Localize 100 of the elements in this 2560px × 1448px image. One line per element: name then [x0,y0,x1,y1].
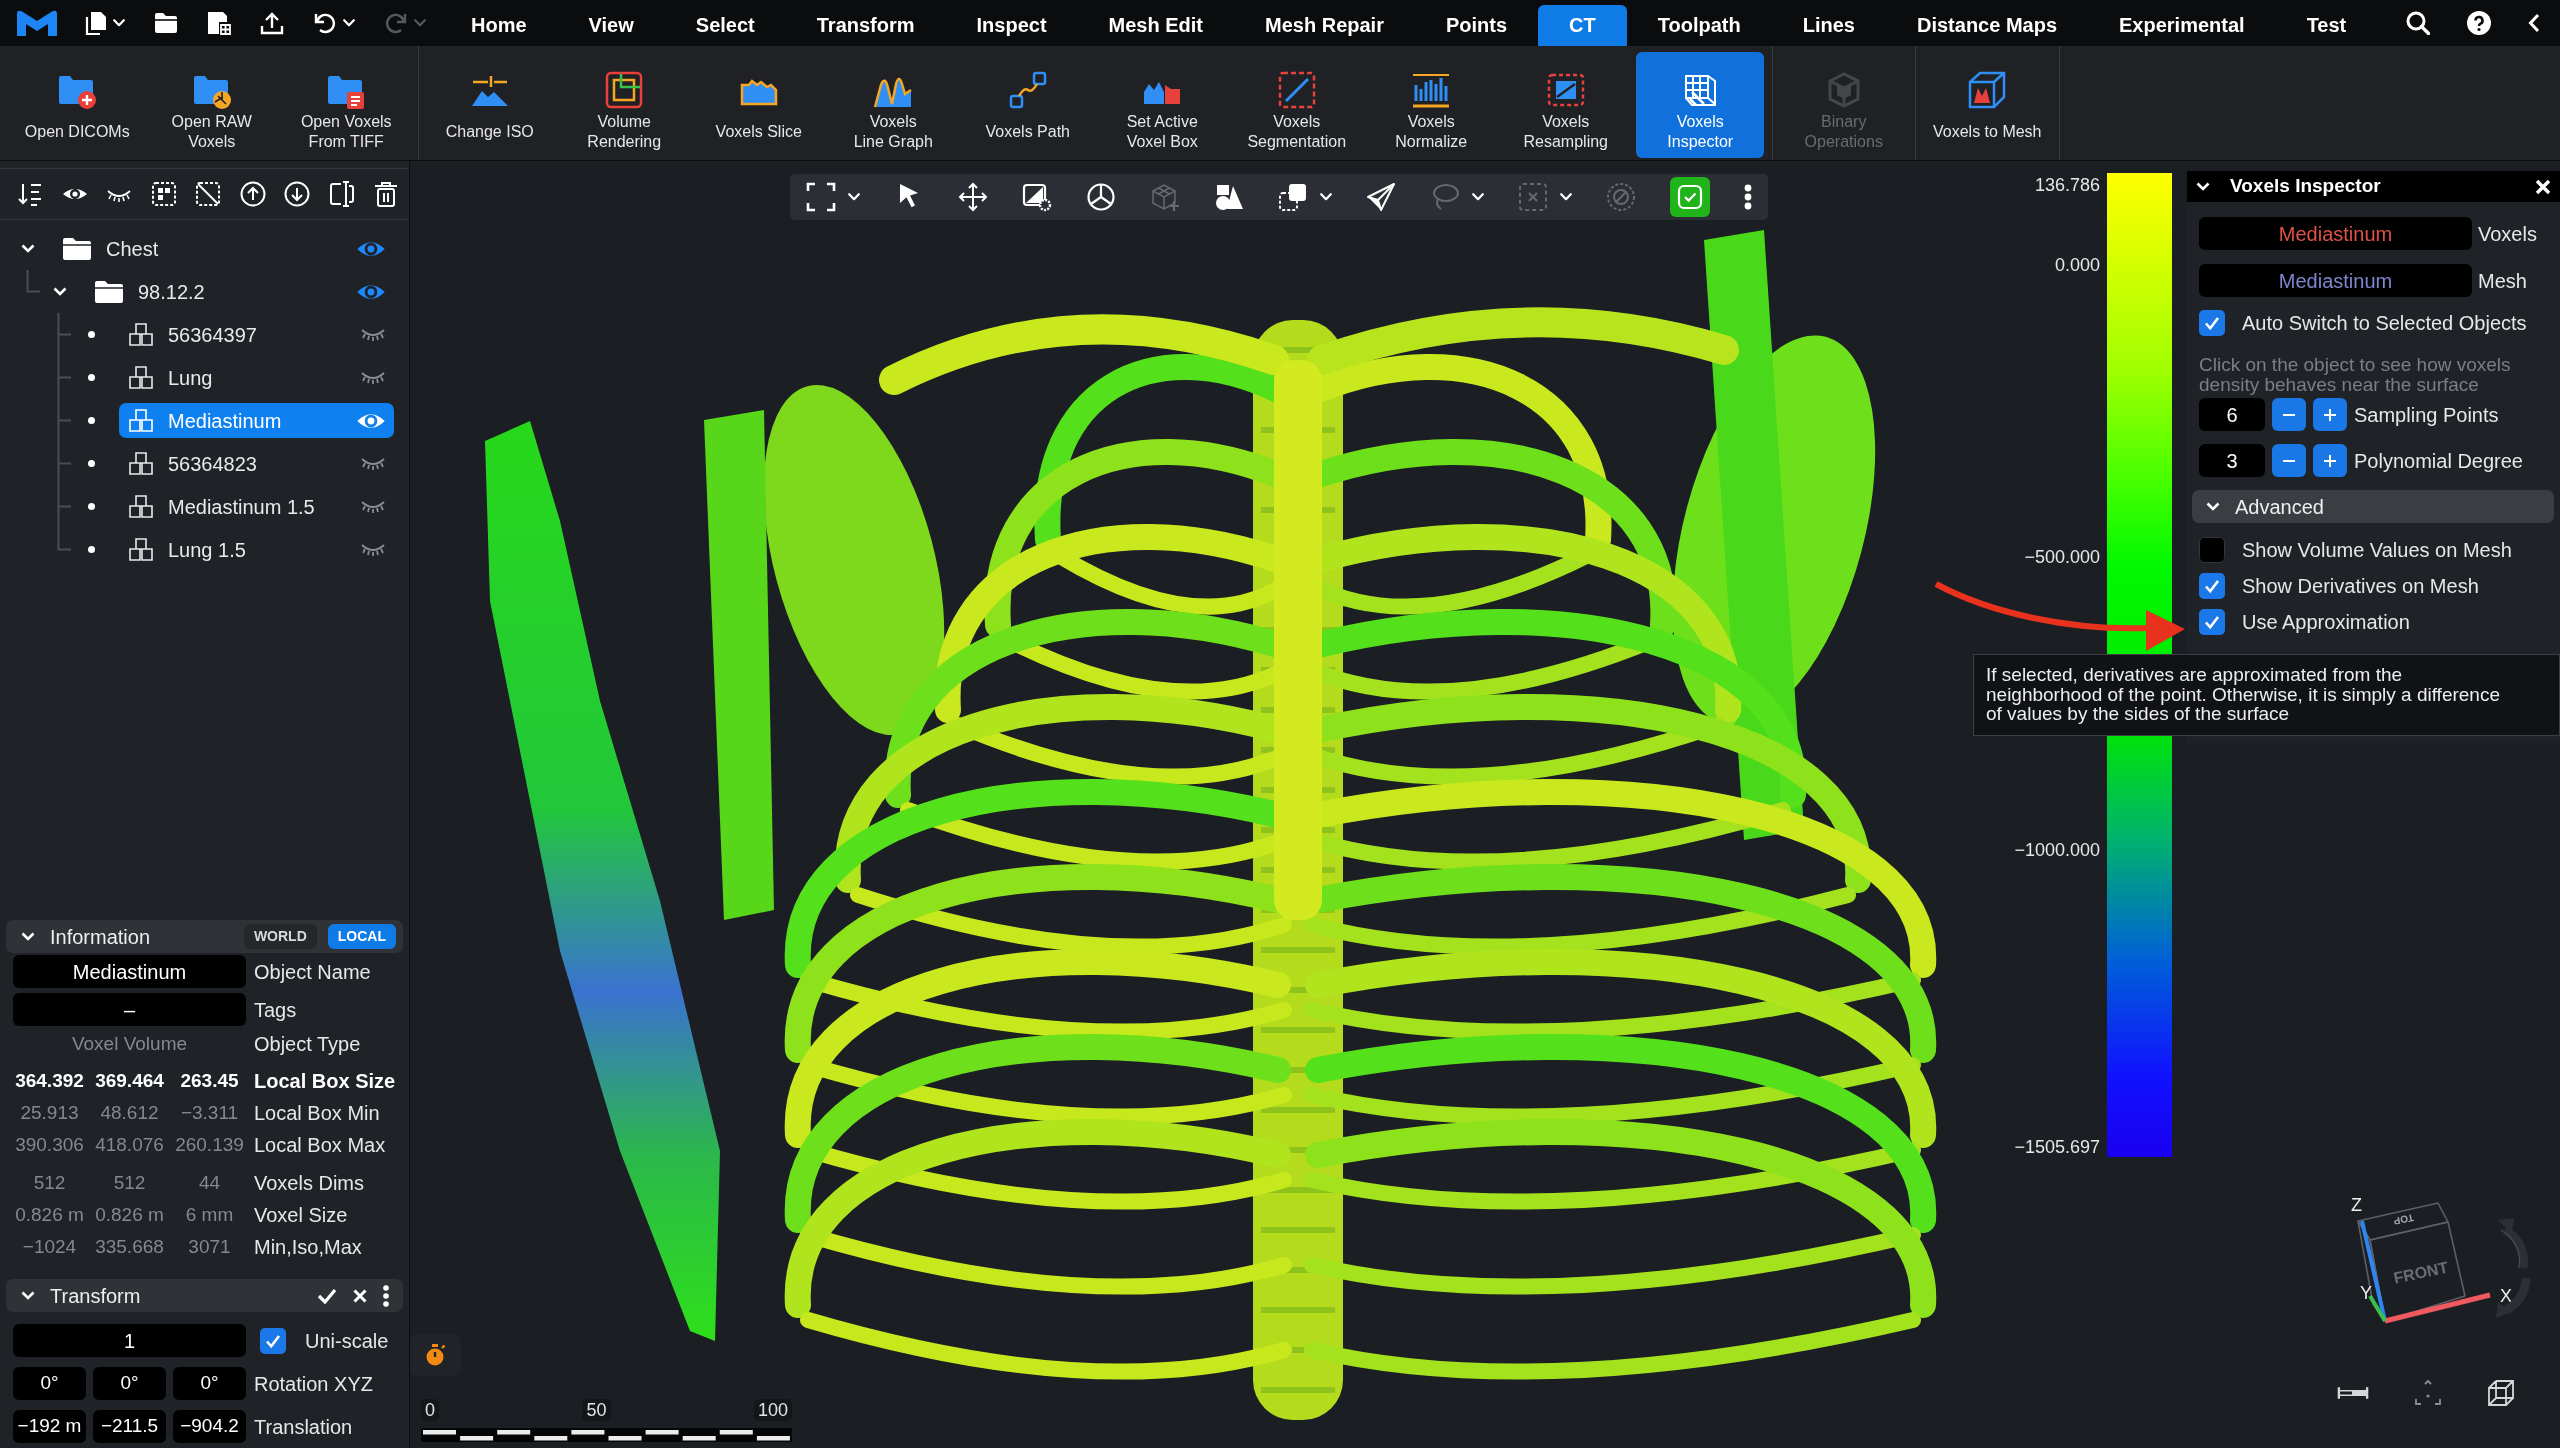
menu-tab[interactable]: Test [2275,5,2378,46]
search-icon[interactable] [2406,11,2430,35]
check-square-icon[interactable] [1670,177,1710,217]
trash-icon[interactable] [373,181,399,207]
ribbon-button[interactable]: Voxels Inspector [1636,52,1765,158]
ribbon-button[interactable]: Open DICOMs [13,52,142,158]
increment-button[interactable] [2313,444,2347,477]
chevron-down-icon[interactable] [2196,182,2210,191]
undo-icon[interactable] [313,11,337,35]
paper-plane-icon[interactable] [1366,182,1396,212]
menu-tab[interactable]: Inspect [945,5,1078,46]
fullscreen-icon[interactable] [806,182,836,212]
menu-tab[interactable]: Home [440,5,558,46]
checkbox[interactable] [2199,609,2225,635]
ribbon-button[interactable]: Open Voxels From TIFF [282,52,411,158]
tree-item[interactable]: Lung 1.5 [119,532,394,567]
number-field[interactable]: 3 [2199,444,2265,477]
folder-icon[interactable] [154,11,178,35]
ribbon-button[interactable]: Voxels Line Graph [829,52,958,158]
help-icon[interactable] [2467,11,2491,35]
ribbon-button[interactable]: Voxels to Mesh [1923,52,2052,158]
check-icon[interactable] [317,1287,337,1304]
arrow-up-circle-icon[interactable] [239,181,266,207]
menu-tab[interactable]: Mesh Edit [1077,5,1235,46]
menu-tab[interactable]: Lines [1771,5,1886,46]
mode-toggle[interactable]: LOCAL [327,924,396,949]
menu-tab[interactable]: CT [1538,5,1627,46]
menu-tab[interactable]: Mesh Repair [1234,5,1415,46]
section-title: Transform [50,1283,141,1309]
chevron-down-icon[interactable] [21,932,35,941]
ribbon-button[interactable]: Volume Rendering [560,52,689,158]
input-field[interactable]: 0° [93,1367,166,1400]
input-field[interactable]: 0° [13,1367,86,1400]
chevron-down-icon[interactable] [21,244,35,253]
close-icon[interactable] [2535,178,2551,195]
input-field[interactable]: −211.5 [93,1410,166,1443]
menu-tab[interactable]: View [557,5,665,46]
tree-item[interactable]: 98.12.2 [85,274,394,309]
close-icon[interactable] [353,1288,367,1303]
field-label: Polynomial Degree [2354,448,2523,474]
input-field[interactable]: −192 m [13,1410,86,1443]
ribbon-button[interactable]: Set Active Voxel Box [1098,52,1227,158]
scale-label: 0 [421,1399,439,1421]
menu-tab[interactable]: Toolpath [1626,5,1772,46]
tree-item[interactable]: Mediastinum 1.5 [119,489,394,524]
dashed-square-dots-icon[interactable] [150,181,177,207]
documents-icon[interactable] [83,11,107,35]
input-field[interactable]: 1 [13,1324,246,1357]
sort-icon[interactable] [17,181,43,207]
chevron-down-icon[interactable] [21,1291,35,1300]
chevron-down-icon[interactable] [2206,502,2220,511]
dashed-square-slash-icon[interactable] [195,181,221,207]
more-icon[interactable] [1744,184,1752,210]
stacked-squares-icon[interactable] [1278,182,1308,212]
checkbox[interactable] [2199,310,2225,336]
tree-item[interactable]: Lung [119,360,394,395]
upload-icon[interactable] [260,11,284,35]
image-gear-icon[interactable] [1022,182,1052,212]
menu-tab[interactable]: Transform [785,5,946,46]
save-grid-icon[interactable] [207,11,231,35]
move-icon[interactable] [958,182,988,212]
checkbox[interactable] [2199,573,2225,599]
menu-tab[interactable]: Select [664,5,786,46]
decrement-button[interactable] [2272,444,2306,477]
input-field[interactable]: 0° [173,1367,246,1400]
tree-item[interactable]: Mediastinum [119,403,394,438]
checkbox[interactable] [2199,537,2225,563]
collapse-icon[interactable] [2528,13,2540,33]
wireframe-cube-icon[interactable] [2487,1379,2515,1407]
mode-toggle[interactable]: WORLD [243,924,317,949]
menu-tab[interactable]: Distance Maps [1885,5,2089,46]
shapes-icon[interactable] [1214,182,1244,212]
ribbon-button[interactable]: Voxels Normalize [1367,52,1496,158]
menu-tab[interactable]: Experimental [2088,5,2276,46]
ribbon-button[interactable]: Change ISO [425,52,554,158]
number-field[interactable]: 6 [2199,398,2265,431]
arrow-down-circle-icon[interactable] [284,181,310,207]
decrement-button[interactable] [2272,398,2306,431]
increment-button[interactable] [2313,398,2347,431]
input-field[interactable]: Mediastinum [13,955,246,988]
circle-spokes-icon[interactable] [1086,182,1116,212]
checkbox[interactable] [260,1327,286,1354]
object-field[interactable]: Mediastinum [2199,264,2472,297]
chevron-down-icon[interactable] [53,287,67,296]
tree-item[interactable]: Chest [53,231,394,266]
split-panel-icon[interactable] [328,181,355,207]
more-icon[interactable] [383,1284,389,1307]
ribbon-button[interactable]: Voxels Path [963,52,1092,158]
input-field[interactable]: −904.2 [173,1410,246,1443]
ribbon-button[interactable]: Open RAW Voxels [147,52,276,158]
tree-item[interactable]: 56364397 [119,317,394,352]
menu-tab[interactable]: Points [1414,5,1539,46]
tree-item[interactable]: 56364823 [119,446,394,481]
ribbon-button[interactable]: Voxels Slice [694,52,823,158]
corner-marks-icon[interactable] [2414,1379,2442,1407]
ribbon-button[interactable]: Voxels Segmentation [1232,52,1361,158]
input-field[interactable]: – [13,993,246,1026]
ribbon-button[interactable]: Voxels Resampling [1501,52,1630,158]
object-field[interactable]: Mediastinum [2199,217,2472,250]
ruler-bar-icon[interactable] [2337,1385,2369,1401]
